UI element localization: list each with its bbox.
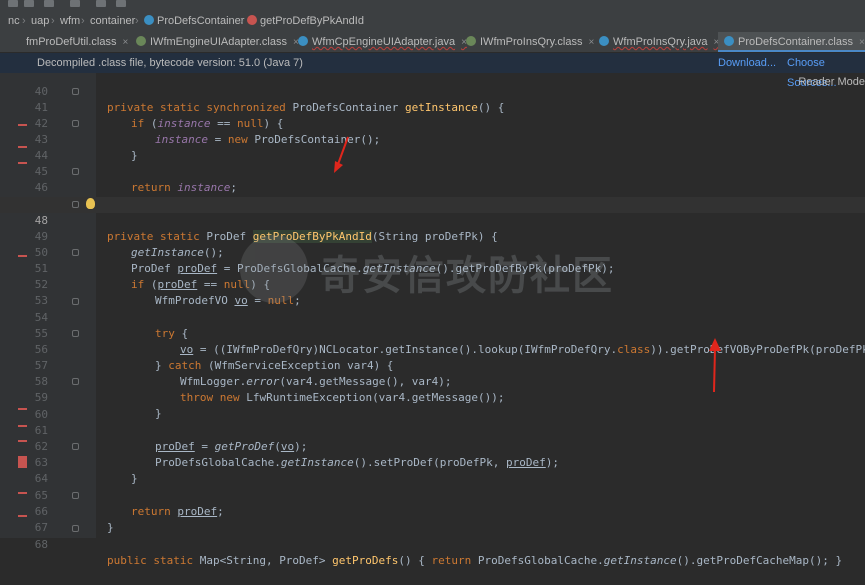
breadcrumb-item-method[interactable]: getProDefByPkAndId: [247, 10, 364, 32]
watermark-logo-icon: [240, 235, 308, 303]
lightbulb-icon[interactable]: [86, 198, 95, 209]
editor-tabs: fmProDefUtil.class × IWfmEngineUIAdapter.…: [0, 32, 865, 53]
code-line: 41 if (instance == null) {: [0, 84, 865, 130]
breadcrumb: nc › uap › wfm › container › ProDefsCont…: [0, 10, 865, 33]
debug-icon[interactable]: [116, 0, 126, 7]
fold-icon[interactable]: [72, 492, 79, 499]
chevron-right-icon: ›: [135, 15, 139, 27]
code-line: 47: [0, 180, 865, 210]
code-line: 61 proDef = getProDef(vo);: [34, 424, 308, 453]
code-line: 63 }: [0, 439, 865, 485]
watermark: 奇安信攻防社区: [240, 225, 640, 320]
code-line: 46 }: [0, 164, 865, 210]
code-line: 58 throw new LfwRuntimeException(var4.ge…: [34, 375, 505, 404]
code-line: 43 }: [0, 116, 865, 162]
code-line: 59 }: [0, 374, 865, 420]
tab-iwfmengineuiadapter[interactable]: IWfmEngineUIAdapter.class ×: [136, 32, 299, 52]
breadcrumb-item-class[interactable]: ProDefsContainer: [144, 10, 244, 32]
forward-icon[interactable]: [24, 0, 34, 7]
code-line: 40 private static synchronized ProDefsCo…: [34, 85, 505, 114]
code-line: 42 instance = new ProDefsContainer();: [34, 117, 381, 146]
reader-mode-button[interactable]: Reader Mode: [798, 76, 865, 88]
close-icon[interactable]: ×: [588, 37, 594, 48]
fold-icon[interactable]: [72, 249, 79, 256]
tab-prodefscontainer[interactable]: ProDefsContainer.class ×: [718, 32, 865, 52]
interface-icon: [136, 36, 146, 46]
code-line-current: 48 private static ProDef getProDefByPkAn…: [0, 197, 865, 243]
tab-prodefutil[interactable]: fmProDefUtil.class ×: [26, 32, 128, 52]
fold-icon[interactable]: [72, 298, 79, 305]
annotation-arrow: [709, 338, 721, 393]
fold-icon[interactable]: [72, 378, 79, 385]
chevron-right-icon: ›: [22, 15, 26, 27]
tab-wfmproinsqry[interactable]: WfmProInsQry.java ×: [599, 32, 719, 52]
class-icon: [144, 15, 154, 25]
code-line: 56 } catch (WfmServiceException var4) {: [0, 326, 865, 372]
code-line: 44: [34, 149, 48, 162]
build-icon[interactable]: [44, 0, 54, 7]
tab-wfmcpengineuiadapter[interactable]: WfmCpEngineUIAdapter.java ×: [298, 32, 467, 52]
tab-iwfmproinsqry[interactable]: IWfmProInsQry.class ×: [466, 32, 594, 52]
fold-icon[interactable]: [72, 330, 79, 337]
code-line: 62 ProDefsGlobalCache.getInstance().setP…: [34, 440, 560, 469]
code-line: 67: [34, 521, 48, 534]
code-line: 65 return proDef;: [34, 489, 224, 518]
class-icon: [599, 36, 609, 46]
code-line: 57 WfmLogger.error(var4.getMessage(), va…: [34, 359, 452, 388]
close-icon[interactable]: ×: [859, 37, 865, 48]
breadcrumb-item-uap[interactable]: uap: [31, 10, 49, 32]
code-line: 60: [34, 408, 48, 421]
fold-icon[interactable]: [72, 525, 79, 532]
class-icon: [724, 36, 734, 46]
run-icon[interactable]: [96, 0, 106, 7]
breadcrumb-item-wfm[interactable]: wfm: [60, 10, 80, 32]
fold-icon[interactable]: [72, 168, 79, 175]
top-toolbar: [0, 0, 865, 10]
class-icon: [298, 36, 308, 46]
watermark-text: 奇安信攻防社区: [320, 253, 614, 299]
code-line: 66 }: [0, 488, 865, 534]
chevron-right-icon: ›: [51, 15, 55, 27]
code-line: 68 public static Map<String, ProDef> get…: [0, 521, 865, 567]
fold-icon[interactable]: [72, 88, 79, 95]
close-icon[interactable]: ×: [122, 37, 128, 48]
method-icon: [247, 15, 257, 25]
interface-icon: [466, 36, 476, 46]
fold-icon[interactable]: [72, 120, 79, 127]
fold-icon[interactable]: [72, 443, 79, 450]
code-line: 64: [34, 472, 48, 485]
annotation-arrow: [334, 136, 349, 173]
breadcrumb-item-container[interactable]: container: [90, 10, 135, 32]
fold-icon[interactable]: [72, 201, 79, 208]
code-line: 45 return instance;: [34, 165, 237, 194]
hammer-icon[interactable]: [70, 0, 80, 7]
chevron-right-icon: ›: [81, 15, 85, 27]
back-icon[interactable]: [8, 0, 18, 7]
chevron-right-icon: ›: [240, 15, 244, 27]
breadcrumb-item-nc[interactable]: nc: [8, 10, 20, 32]
